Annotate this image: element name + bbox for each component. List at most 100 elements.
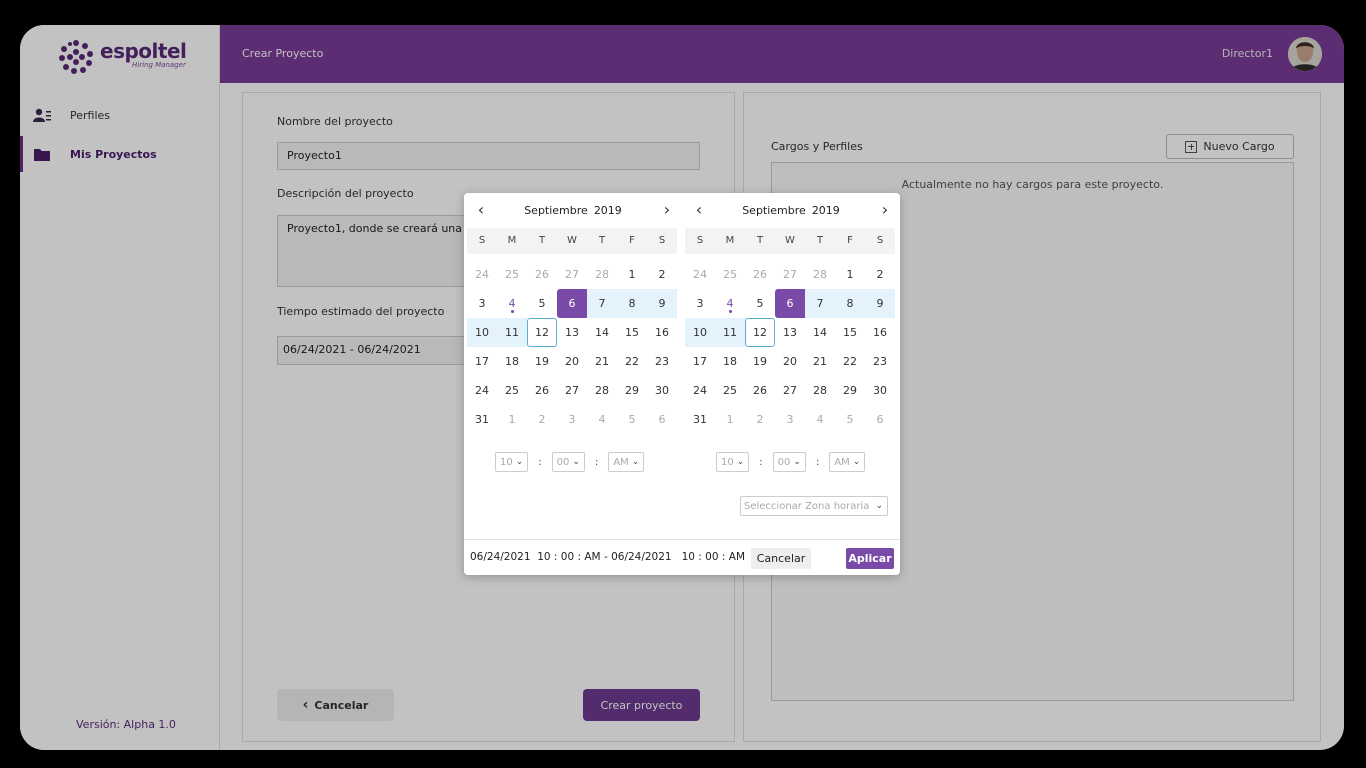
calendar-day[interactable]: 1	[617, 260, 647, 289]
calendar-day[interactable]: 26	[745, 376, 775, 405]
calendar-day[interactable]: 1	[835, 260, 865, 289]
calendar-day[interactable]: 2	[745, 405, 775, 434]
calendar-day[interactable]: 26	[527, 260, 557, 289]
calendar-day[interactable]: 5	[835, 405, 865, 434]
calendar-day[interactable]: 4	[715, 289, 745, 318]
calendar-day[interactable]: 5	[527, 289, 557, 318]
weekday-label: T	[598, 235, 606, 246]
calendar-day[interactable]: 25	[715, 376, 745, 405]
calendar-day[interactable]: 28	[805, 260, 835, 289]
calendar-day[interactable]: 29	[617, 376, 647, 405]
calendar-day[interactable]: 3	[467, 289, 497, 318]
calendar-day[interactable]: 17	[467, 347, 497, 376]
calendar-day[interactable]: 2	[647, 260, 677, 289]
calendar-day[interactable]: 15	[617, 318, 647, 347]
calendar-day[interactable]: 10	[467, 318, 497, 347]
calendar-day[interactable]: 6	[557, 289, 587, 318]
calendar-day[interactable]: 11	[715, 318, 745, 347]
calendar-day[interactable]: 23	[865, 347, 895, 376]
calendar-day[interactable]: 28	[805, 376, 835, 405]
calendar-day[interactable]: 16	[647, 318, 677, 347]
timezone-select[interactable]: Seleccionar Zona horaria ⌄	[740, 496, 888, 516]
end-hour-select[interactable]: 10 ⌄	[716, 452, 750, 472]
calendar-day[interactable]: 7	[587, 289, 617, 318]
calendar-day[interactable]: 13	[775, 318, 805, 347]
calendar-day[interactable]: 31	[685, 405, 715, 434]
next-month-icon[interactable]: ›	[875, 201, 895, 221]
calendar-day[interactable]: 31	[467, 405, 497, 434]
calendar-day[interactable]: 11	[497, 318, 527, 347]
calendar-day[interactable]: 30	[865, 376, 895, 405]
end-minute-select[interactable]: 00 ⌄	[772, 452, 806, 472]
calendar-day[interactable]: 8	[617, 289, 647, 318]
calendar-day[interactable]: 25	[497, 376, 527, 405]
calendar-day[interactable]: 23	[647, 347, 677, 376]
calendar-day[interactable]: 27	[775, 376, 805, 405]
calendar-day[interactable]: 24	[685, 260, 715, 289]
calendar-day[interactable]: 24	[467, 376, 497, 405]
calendar-day[interactable]: 19	[745, 347, 775, 376]
calendar-day[interactable]: 6	[775, 289, 805, 318]
calendar-day[interactable]: 16	[865, 318, 895, 347]
calendar-day[interactable]: 25	[497, 260, 527, 289]
start-minute-select[interactable]: 00 ⌄	[551, 452, 585, 472]
calendar-day[interactable]: 4	[497, 289, 527, 318]
calendar-day[interactable]: 7	[805, 289, 835, 318]
calendar-day[interactable]: 19	[527, 347, 557, 376]
calendar-day[interactable]: 27	[775, 260, 805, 289]
calendar-day[interactable]: 14	[805, 318, 835, 347]
calendar-day[interactable]: 9	[647, 289, 677, 318]
calendar-day[interactable]: 3	[685, 289, 715, 318]
calendar-day[interactable]: 4	[805, 405, 835, 434]
calendar-day[interactable]: 26	[527, 376, 557, 405]
calendar-day[interactable]: 30	[647, 376, 677, 405]
calendar-day[interactable]: 5	[617, 405, 647, 434]
calendar-day[interactable]: 27	[557, 260, 587, 289]
calendar-day[interactable]: 26	[745, 260, 775, 289]
calendar-day[interactable]: 21	[587, 347, 617, 376]
day-grid: 24 25 26 27 28 1 2 3 4 5 6 7 8 9 10 11 12 13 14 15 16 17 18 19 2…	[467, 260, 677, 434]
calendar-day[interactable]: 5	[745, 289, 775, 318]
calendar-day[interactable]: 12	[745, 318, 775, 347]
apply-button[interactable]: Aplicar	[846, 548, 894, 569]
calendar-day[interactable]: 22	[617, 347, 647, 376]
calendar-day[interactable]: 14	[587, 318, 617, 347]
calendar-day[interactable]: 2	[865, 260, 895, 289]
calendar-day[interactable]: 24	[685, 376, 715, 405]
calendar-day[interactable]: 27	[557, 376, 587, 405]
calendar-day[interactable]: 24	[467, 260, 497, 289]
calendar-day[interactable]: 20	[557, 347, 587, 376]
calendar-day[interactable]: 10	[685, 318, 715, 347]
calendar-day[interactable]: 3	[775, 405, 805, 434]
calendar-day[interactable]: 8	[835, 289, 865, 318]
calendar-day[interactable]: 25	[715, 260, 745, 289]
calendar-day[interactable]: 12	[527, 318, 557, 347]
picker-cancel-button[interactable]: Cancelar	[751, 548, 811, 569]
calendar-day[interactable]: 29	[835, 376, 865, 405]
calendar-day[interactable]: 17	[685, 347, 715, 376]
calendar-day[interactable]: 28	[587, 376, 617, 405]
calendar-day[interactable]: 18	[715, 347, 745, 376]
calendar-day[interactable]: 21	[805, 347, 835, 376]
calendar-day[interactable]: 13	[557, 318, 587, 347]
calendar-day[interactable]: 3	[557, 405, 587, 434]
start-ampm-select[interactable]: AM ⌄	[608, 452, 645, 472]
calendar-day[interactable]: 2	[527, 405, 557, 434]
weekday-label: W	[785, 235, 795, 246]
start-hour-select[interactable]: 10 ⌄	[495, 452, 529, 472]
start-time-selector: 10 ⌄ : 00 ⌄ : AM ⌄	[495, 452, 645, 472]
calendar-day[interactable]: 22	[835, 347, 865, 376]
next-month-icon[interactable]: ›	[657, 201, 677, 221]
calendar-day[interactable]: 1	[715, 405, 745, 434]
end-ampm-select[interactable]: AM ⌄	[829, 452, 866, 472]
calendar-day[interactable]: 6	[647, 405, 677, 434]
calendar-day[interactable]: 15	[835, 318, 865, 347]
calendar-day[interactable]: 9	[865, 289, 895, 318]
calendar-day[interactable]: 1	[497, 405, 527, 434]
calendar-day[interactable]: 28	[587, 260, 617, 289]
calendar-day[interactable]: 20	[775, 347, 805, 376]
week-row: 3456789	[685, 289, 895, 318]
calendar-day[interactable]: 4	[587, 405, 617, 434]
calendar-day[interactable]: 6	[865, 405, 895, 434]
calendar-day[interactable]: 18	[497, 347, 527, 376]
